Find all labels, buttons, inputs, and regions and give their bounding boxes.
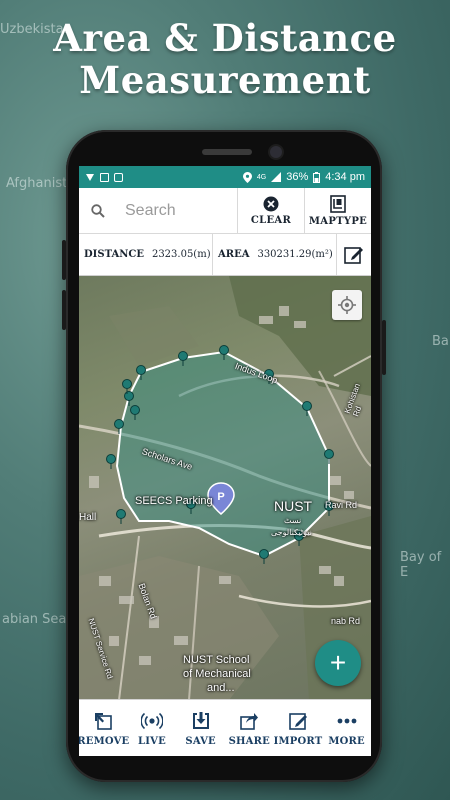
status-time: 4:34 pm bbox=[325, 171, 365, 183]
share-icon bbox=[240, 712, 259, 730]
map-type-label: MAPTYPE bbox=[308, 215, 368, 227]
phone-volume-button-2 bbox=[62, 290, 66, 330]
metrics-bar: DISTANCE 2323.05(m) AREA 330231.29(m²) bbox=[79, 234, 371, 276]
signal-icon bbox=[86, 174, 94, 181]
status-bar: 4G 36% 4:34 pm bbox=[79, 166, 371, 188]
banner-title-line1: Area & Distance bbox=[53, 16, 397, 60]
distance-value: 2323.05(m) bbox=[151, 249, 211, 260]
area-metric: AREA 330231.29(m²) bbox=[213, 234, 337, 275]
clear-button[interactable]: CLEAR bbox=[238, 188, 305, 233]
remove-button[interactable]: REMOVE bbox=[79, 710, 130, 747]
distance-label: DISTANCE bbox=[84, 249, 144, 260]
map-canvas: P bbox=[79, 276, 371, 700]
map-type-button[interactable]: MAPTYPE bbox=[305, 188, 371, 233]
broadcast-icon bbox=[140, 712, 163, 729]
phone-speaker bbox=[202, 149, 252, 155]
edit-icon bbox=[344, 246, 363, 264]
phone-power-button bbox=[382, 320, 386, 375]
search-icon bbox=[91, 203, 105, 218]
svg-text:P: P bbox=[217, 491, 224, 503]
search-input[interactable] bbox=[123, 200, 237, 221]
battery-percent: 36% bbox=[286, 171, 309, 183]
phone-camera bbox=[270, 146, 282, 158]
bg-label-arabian-sea: abian Sea bbox=[2, 612, 67, 627]
place-label-school-line3: and... bbox=[207, 682, 235, 694]
location-icon bbox=[242, 171, 252, 183]
map-view[interactable]: P Indus Loop Scholars Ave Ravi Rd nab Rd… bbox=[79, 276, 371, 700]
download-icon bbox=[192, 711, 209, 729]
banner-title-line2: Measurement bbox=[79, 58, 371, 102]
place-label-seecs-parking: SEECS Parking bbox=[135, 495, 213, 507]
place-label-nust: NUST bbox=[274, 498, 313, 514]
bg-label-bay: Bay of E bbox=[400, 550, 442, 580]
place-label-nust-urdu-2: نیوٹیکنالوجی bbox=[271, 528, 312, 537]
search-box[interactable] bbox=[79, 188, 238, 233]
place-label-school-line2: of Mechanical bbox=[183, 668, 251, 680]
share-button[interactable]: SHARE bbox=[225, 710, 273, 747]
edit-button[interactable] bbox=[337, 245, 371, 265]
network-type: 4G bbox=[256, 173, 267, 181]
bottom-nav: REMOVE LIVE SAVE SHARE IMPORT MORE bbox=[79, 699, 371, 756]
place-label-school-line1: NUST School bbox=[183, 654, 250, 666]
crosshair-icon bbox=[338, 296, 356, 314]
place-label-nust-urdu-1: نسٹ bbox=[284, 516, 302, 525]
live-label: LIVE bbox=[138, 735, 166, 747]
top-toolbar: CLEAR MAPTYPE bbox=[79, 188, 371, 234]
area-label: AREA bbox=[218, 249, 250, 260]
app-screen: 4G 36% 4:34 pm CLEAR MAPTYPE bbox=[79, 166, 371, 756]
road-label-chenab-rd: nab Rd bbox=[331, 616, 361, 626]
bg-label-ba: Ba bbox=[432, 334, 449, 349]
import-label: IMPORT bbox=[273, 735, 323, 747]
app-notification-icon bbox=[114, 172, 123, 182]
more-label: MORE bbox=[328, 735, 365, 747]
cell-signal-icon bbox=[271, 172, 282, 182]
road-label-ravi-rd: Ravi Rd bbox=[325, 500, 358, 510]
place-label-hall: Hall bbox=[79, 512, 97, 523]
phone-frame: 4G 36% 4:34 pm CLEAR MAPTYPE bbox=[62, 130, 386, 782]
save-button[interactable]: SAVE bbox=[177, 710, 225, 747]
distance-metric: DISTANCE 2323.05(m) bbox=[79, 234, 213, 275]
share-label: SHARE bbox=[228, 735, 270, 747]
battery-icon bbox=[313, 171, 321, 183]
more-icon bbox=[337, 718, 357, 723]
import-icon bbox=[289, 712, 307, 730]
remove-label: REMOVE bbox=[79, 735, 130, 747]
my-location-button[interactable] bbox=[332, 290, 362, 320]
save-label: SAVE bbox=[185, 735, 216, 747]
clear-label: CLEAR bbox=[250, 214, 292, 226]
undo-icon bbox=[95, 712, 113, 730]
map-type-icon bbox=[330, 194, 346, 213]
more-button[interactable]: MORE bbox=[323, 710, 371, 747]
image-icon bbox=[100, 172, 109, 182]
area-value: 330231.29(m²) bbox=[257, 249, 333, 260]
import-button[interactable]: IMPORT bbox=[274, 710, 322, 747]
live-button[interactable]: LIVE bbox=[128, 710, 176, 747]
close-circle-icon bbox=[263, 196, 279, 211]
phone-volume-button bbox=[62, 240, 66, 280]
add-point-fab[interactable]: + bbox=[315, 640, 361, 686]
